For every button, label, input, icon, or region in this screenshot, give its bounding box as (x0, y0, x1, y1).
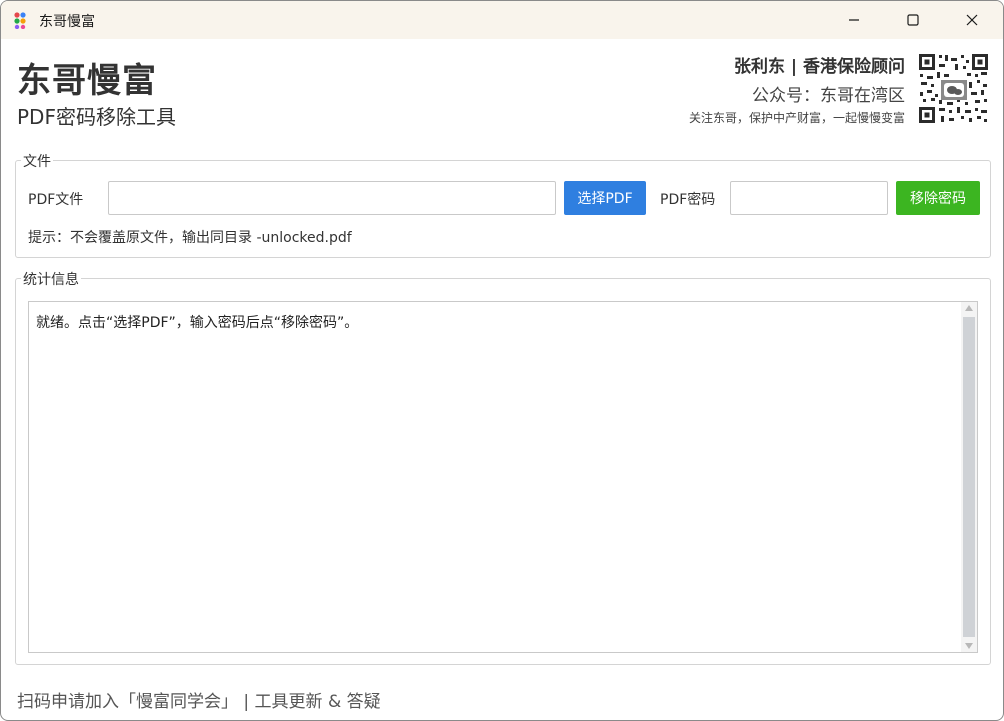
output-hint: 提示：不会覆盖原文件，输出同目录 -unlocked.pdf (28, 230, 352, 246)
brand-title: 东哥慢富 (17, 61, 157, 101)
remove-password-button[interactable]: 移除密码 (896, 181, 980, 215)
pdf-file-label: PDF文件 (28, 192, 84, 208)
log-scrollbar[interactable] (961, 302, 977, 652)
app-window: 东哥慢富 东哥慢富 PDF密码移除工具 张利东 | 香港保险顾问 公众号：东哥在… (0, 0, 1004, 721)
pdf-password-input[interactable] (730, 181, 888, 215)
tool-subtitle: PDF密码移除工具 (17, 105, 176, 129)
minimize-icon (849, 19, 859, 21)
maximize-icon (907, 14, 919, 26)
pdf-file-input[interactable] (108, 181, 556, 215)
close-button[interactable] (949, 1, 995, 39)
minimize-button[interactable] (831, 1, 877, 39)
contact-account: 公众号：东哥在湾区 (752, 86, 905, 106)
pdf-password-label: PDF密码 (660, 192, 716, 208)
stats-log-area[interactable]: 就绪。点击“选择PDF”，输入密码后点“移除密码”。 (28, 301, 978, 653)
app-dots-icon (14, 12, 26, 29)
stats-log-text: 就绪。点击“选择PDF”，输入密码后点“移除密码”。 (36, 315, 359, 331)
title-bar: 东哥慢富 (1, 1, 1003, 39)
scroll-down-arrow-icon[interactable] (965, 643, 973, 649)
close-icon (966, 14, 978, 26)
select-pdf-button[interactable]: 选择PDF (564, 181, 646, 215)
contact-name: 张利东 | 香港保险顾问 (733, 57, 905, 77)
join-group-link[interactable]: 扫码申请加入「慢富同学会」 | 工具更新 & 答疑 (17, 687, 381, 712)
file-group-legend: 文件 (21, 151, 53, 171)
qr-code-icon (917, 52, 990, 125)
stats-group-legend: 统计信息 (21, 269, 81, 289)
scroll-up-arrow-icon[interactable] (965, 305, 973, 311)
contact-slogan: 关注东哥，保护中产财富，一起慢慢变富 (688, 111, 905, 125)
scroll-thumb[interactable] (963, 317, 975, 637)
maximize-button[interactable] (890, 1, 936, 39)
window-title: 东哥慢富 (39, 14, 95, 30)
